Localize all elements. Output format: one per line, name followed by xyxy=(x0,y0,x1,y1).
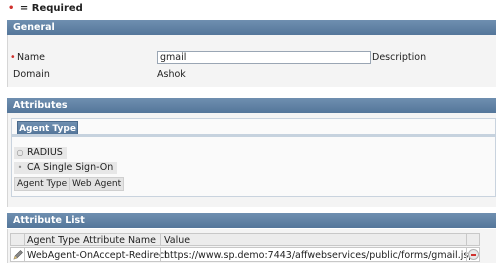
column-header-value[interactable]: Value xyxy=(164,235,190,246)
general-section-header: General xyxy=(7,20,496,35)
agent-type-chip: Agent Type xyxy=(14,177,71,191)
radio-selected-icon: • xyxy=(17,163,23,172)
attribute-list-section-header: Attribute List xyxy=(7,213,496,228)
domain-label: Domain xyxy=(13,69,50,80)
ca-sso-option[interactable]: • CA Single Sign-On xyxy=(14,162,118,174)
agent-type-tab-bar xyxy=(11,134,496,137)
pencil-icon[interactable] xyxy=(12,249,24,261)
radius-option-label: RADIUS xyxy=(27,147,63,158)
name-label: Name xyxy=(17,52,46,63)
radio-unselected-icon: ○ xyxy=(16,148,24,157)
remove-icon[interactable] xyxy=(468,249,479,260)
column-divider xyxy=(466,234,467,245)
tab-agent-type[interactable]: Agent Type xyxy=(17,121,78,135)
required-note-text: = Required xyxy=(19,3,83,14)
table-row[interactable]: WebAgent-OnAccept-Redirect https://www.s… xyxy=(10,247,480,262)
attribute-value-cell: https://www.sp.demo:7443/affwebservices/… xyxy=(164,250,475,261)
name-required-marker-icon: • xyxy=(10,52,16,63)
attribute-list-header-row: Agent Type Attribute Name Value xyxy=(10,233,480,246)
agent-type-value-chip: Web Agent xyxy=(69,177,125,191)
required-note: • = Required xyxy=(8,3,83,14)
column-divider xyxy=(160,234,161,245)
column-divider xyxy=(24,234,25,245)
column-divider xyxy=(466,248,467,261)
required-marker-icon: • xyxy=(8,3,15,14)
description-label: Description xyxy=(372,52,427,63)
domain-value: Ashok xyxy=(157,69,186,80)
name-field[interactable] xyxy=(157,51,371,64)
column-divider xyxy=(24,248,25,261)
attribute-name-cell: WebAgent-OnAccept-Redirect xyxy=(27,250,169,261)
column-header-name[interactable]: Agent Type Attribute Name xyxy=(27,235,156,246)
column-divider xyxy=(160,248,161,261)
ca-sso-option-label: CA Single Sign-On xyxy=(27,162,114,173)
radius-option[interactable]: ○ RADIUS xyxy=(14,147,67,159)
attributes-section-header: Attributes xyxy=(7,98,496,113)
